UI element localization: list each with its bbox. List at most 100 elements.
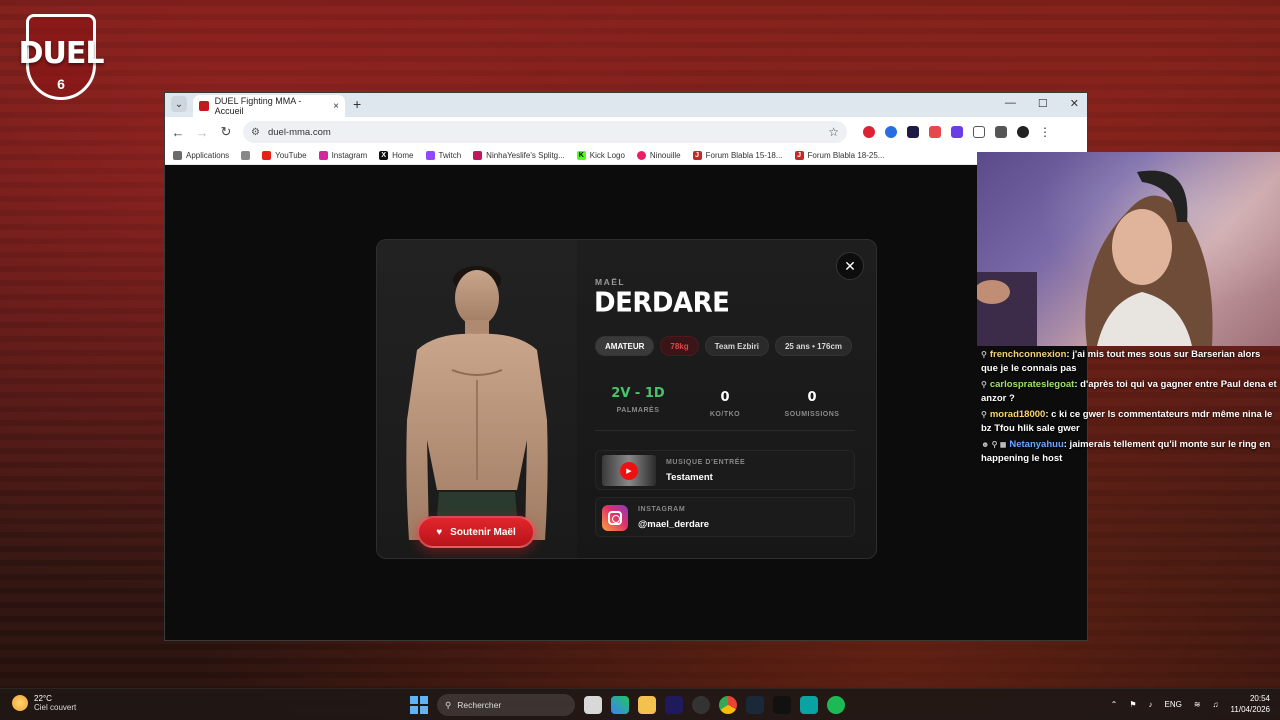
forum-icon: J <box>692 151 702 160</box>
reload-icon[interactable]: ↻ <box>219 124 233 140</box>
minimize-icon[interactable]: — <box>1005 97 1016 110</box>
tab-title: DUEL Fighting MMA - Accueil <box>214 96 302 116</box>
fighter-portrait-image <box>406 266 548 540</box>
new-tab-button[interactable]: + <box>353 96 361 112</box>
premiere-pro-icon[interactable] <box>665 696 683 714</box>
taskbar-apps: ⚲ Rechercher <box>410 694 845 716</box>
entrance-music-card[interactable]: ▶ MUSIQUE D'ENTRÉE Testament <box>595 450 855 490</box>
streamer-image <box>977 170 1213 346</box>
support-button-label: Soutenir Maël <box>450 526 516 538</box>
streamer-webcam <box>977 152 1280 346</box>
language-indicator[interactable]: ENG <box>1165 700 1182 709</box>
weight-chip: 78kg <box>660 336 699 356</box>
window-controls: — ☐ ✕ <box>1005 97 1079 110</box>
site-favicon-icon <box>199 101 209 111</box>
file-explorer-icon[interactable] <box>638 696 656 714</box>
bookmark-home[interactable]: X Home <box>379 151 414 160</box>
extension-icon[interactable] <box>929 126 941 138</box>
widgets-icon[interactable] <box>611 696 629 714</box>
extension-icon[interactable] <box>863 126 875 138</box>
forum-icon: J <box>794 151 804 160</box>
time: 20:54 <box>1249 694 1270 703</box>
bookmark-youtube[interactable]: YouTube <box>262 151 307 160</box>
search-placeholder: Rechercher <box>457 700 502 710</box>
splitgate-icon <box>473 151 483 160</box>
chat-message: ⚲ frenchconnexion: j'ai mis tout mes sous… <box>981 348 1277 376</box>
extension-icon[interactable] <box>951 126 963 138</box>
weather-widget[interactable]: 22°C Ciel couvert <box>12 694 76 712</box>
chevron-up-icon[interactable]: ⌃ <box>1111 700 1118 709</box>
bookmark-applications[interactable]: Applications <box>173 151 229 160</box>
tab-bar: ⌄ DUEL Fighting MMA - Accueil × + — ☐ ✕ <box>165 93 1087 117</box>
ko-value: 0 <box>720 390 730 405</box>
back-icon[interactable]: ← <box>171 125 185 140</box>
menu-icon[interactable]: ⋮ <box>1039 125 1051 139</box>
bookmark-forum-18-25[interactable]: J Forum Blabla 18-25... <box>794 151 885 160</box>
bookmark-label: Forum Blabla 18-25... <box>807 151 885 160</box>
instagram-card[interactable]: INSTAGRAM @mael_derdare <box>595 497 855 537</box>
puzzle-icon[interactable] <box>973 126 985 138</box>
media-icon[interactable] <box>995 126 1007 138</box>
forward-icon[interactable]: → <box>195 125 209 140</box>
discord-icon[interactable] <box>692 696 710 714</box>
fighter-last-name: DERDARE <box>594 287 730 319</box>
volume-icon[interactable]: ♫ <box>1213 700 1219 709</box>
bookmark-label: Home <box>392 151 414 160</box>
fighter-photo: ♥ Soutenir Maël <box>377 240 577 558</box>
bookmark-forum-15-18[interactable]: J Forum Blabla 15-18... <box>692 151 783 160</box>
music-caption: MUSIQUE D'ENTRÉE <box>666 459 746 466</box>
extension-icon[interactable] <box>907 126 919 138</box>
address-bar[interactable]: ⚙ duel-mma.com ☆ <box>243 121 847 143</box>
tiktok-icon[interactable] <box>773 696 791 714</box>
microphone-icon[interactable]: ♪ <box>1149 700 1153 709</box>
url-text: duel-mma.com <box>267 126 331 138</box>
bookmark-ninouille[interactable]: Ninouille <box>636 151 681 160</box>
streamlabs-icon[interactable] <box>800 696 818 714</box>
fighter-stats: 2V - 1D PALMARÈS 0 KO/TKO 0 SOUMISSIONS <box>595 372 855 430</box>
youtube-play-icon[interactable]: ▶ <box>620 461 638 480</box>
profile-avatar[interactable] <box>1017 126 1029 138</box>
bookmark-star-icon[interactable]: ☆ <box>828 125 839 139</box>
task-view-icon[interactable] <box>584 696 602 714</box>
heart-icon: ♥ <box>436 526 443 538</box>
close-window-icon[interactable]: ✕ <box>1070 97 1079 110</box>
apps-grid-icon <box>173 151 182 160</box>
bookmark-kick[interactable]: K Kick Logo <box>576 151 625 160</box>
wifi-icon[interactable]: ≋ <box>1194 700 1201 709</box>
bookmark-grid[interactable] <box>241 151 251 160</box>
tab-search-icon[interactable]: ⌄ <box>171 96 187 112</box>
chat-message: ⚲ carlosprateslegoat: d'après toi qui va … <box>981 378 1277 406</box>
logo-number: 6 <box>57 76 65 92</box>
submissions-value: 0 <box>807 390 817 405</box>
x-icon: X <box>379 151 389 160</box>
extensions: ⋮ <box>863 125 1051 139</box>
taskbar-search[interactable]: ⚲ Rechercher <box>437 694 575 716</box>
network-icon[interactable]: ⚑ <box>1129 700 1136 709</box>
chrome-icon[interactable] <box>719 696 737 714</box>
bookmark-twitch[interactable]: Twitch <box>425 151 461 160</box>
steam-icon[interactable] <box>746 696 764 714</box>
bookmark-instagram[interactable]: Instagram <box>318 151 367 160</box>
chat-username: frenchconnexion <box>989 349 1067 360</box>
instagram-handle: @mael_derdare <box>638 519 710 530</box>
extension-icon[interactable] <box>885 126 897 138</box>
browser-window: ⌄ DUEL Fighting MMA - Accueil × + — ☐ ✕ … <box>164 92 1088 641</box>
instagram-icon <box>602 505 628 531</box>
tab-duel[interactable]: DUEL Fighting MMA - Accueil × <box>193 95 345 117</box>
fighter-chips: AMATEUR 78kg Team Ezbiri 25 ans • 176cm <box>595 336 853 356</box>
weather-description: Ciel couvert <box>34 703 77 712</box>
youtube-icon <box>262 151 272 160</box>
ninouille-icon <box>636 151 646 160</box>
chat-badge-icon: ⚲ <box>981 350 987 359</box>
support-fighter-button[interactable]: ♥ Soutenir Maël <box>417 516 535 548</box>
spotify-icon[interactable] <box>827 696 845 714</box>
clock[interactable]: 20:54 11/04/2026 <box>1231 693 1270 715</box>
tab-close-icon[interactable]: × <box>333 101 339 112</box>
bookmark-splitgate[interactable]: NinhaYeslife's Splitg... <box>473 151 565 160</box>
temperature: 22°C <box>34 694 52 703</box>
windows-start-icon[interactable] <box>410 696 428 714</box>
modal-close-button[interactable]: ✕ <box>836 252 864 280</box>
site-info-icon[interactable]: ⚙ <box>251 127 260 138</box>
maximize-icon[interactable]: ☐ <box>1038 97 1048 110</box>
date: 11/04/2026 <box>1230 705 1270 714</box>
